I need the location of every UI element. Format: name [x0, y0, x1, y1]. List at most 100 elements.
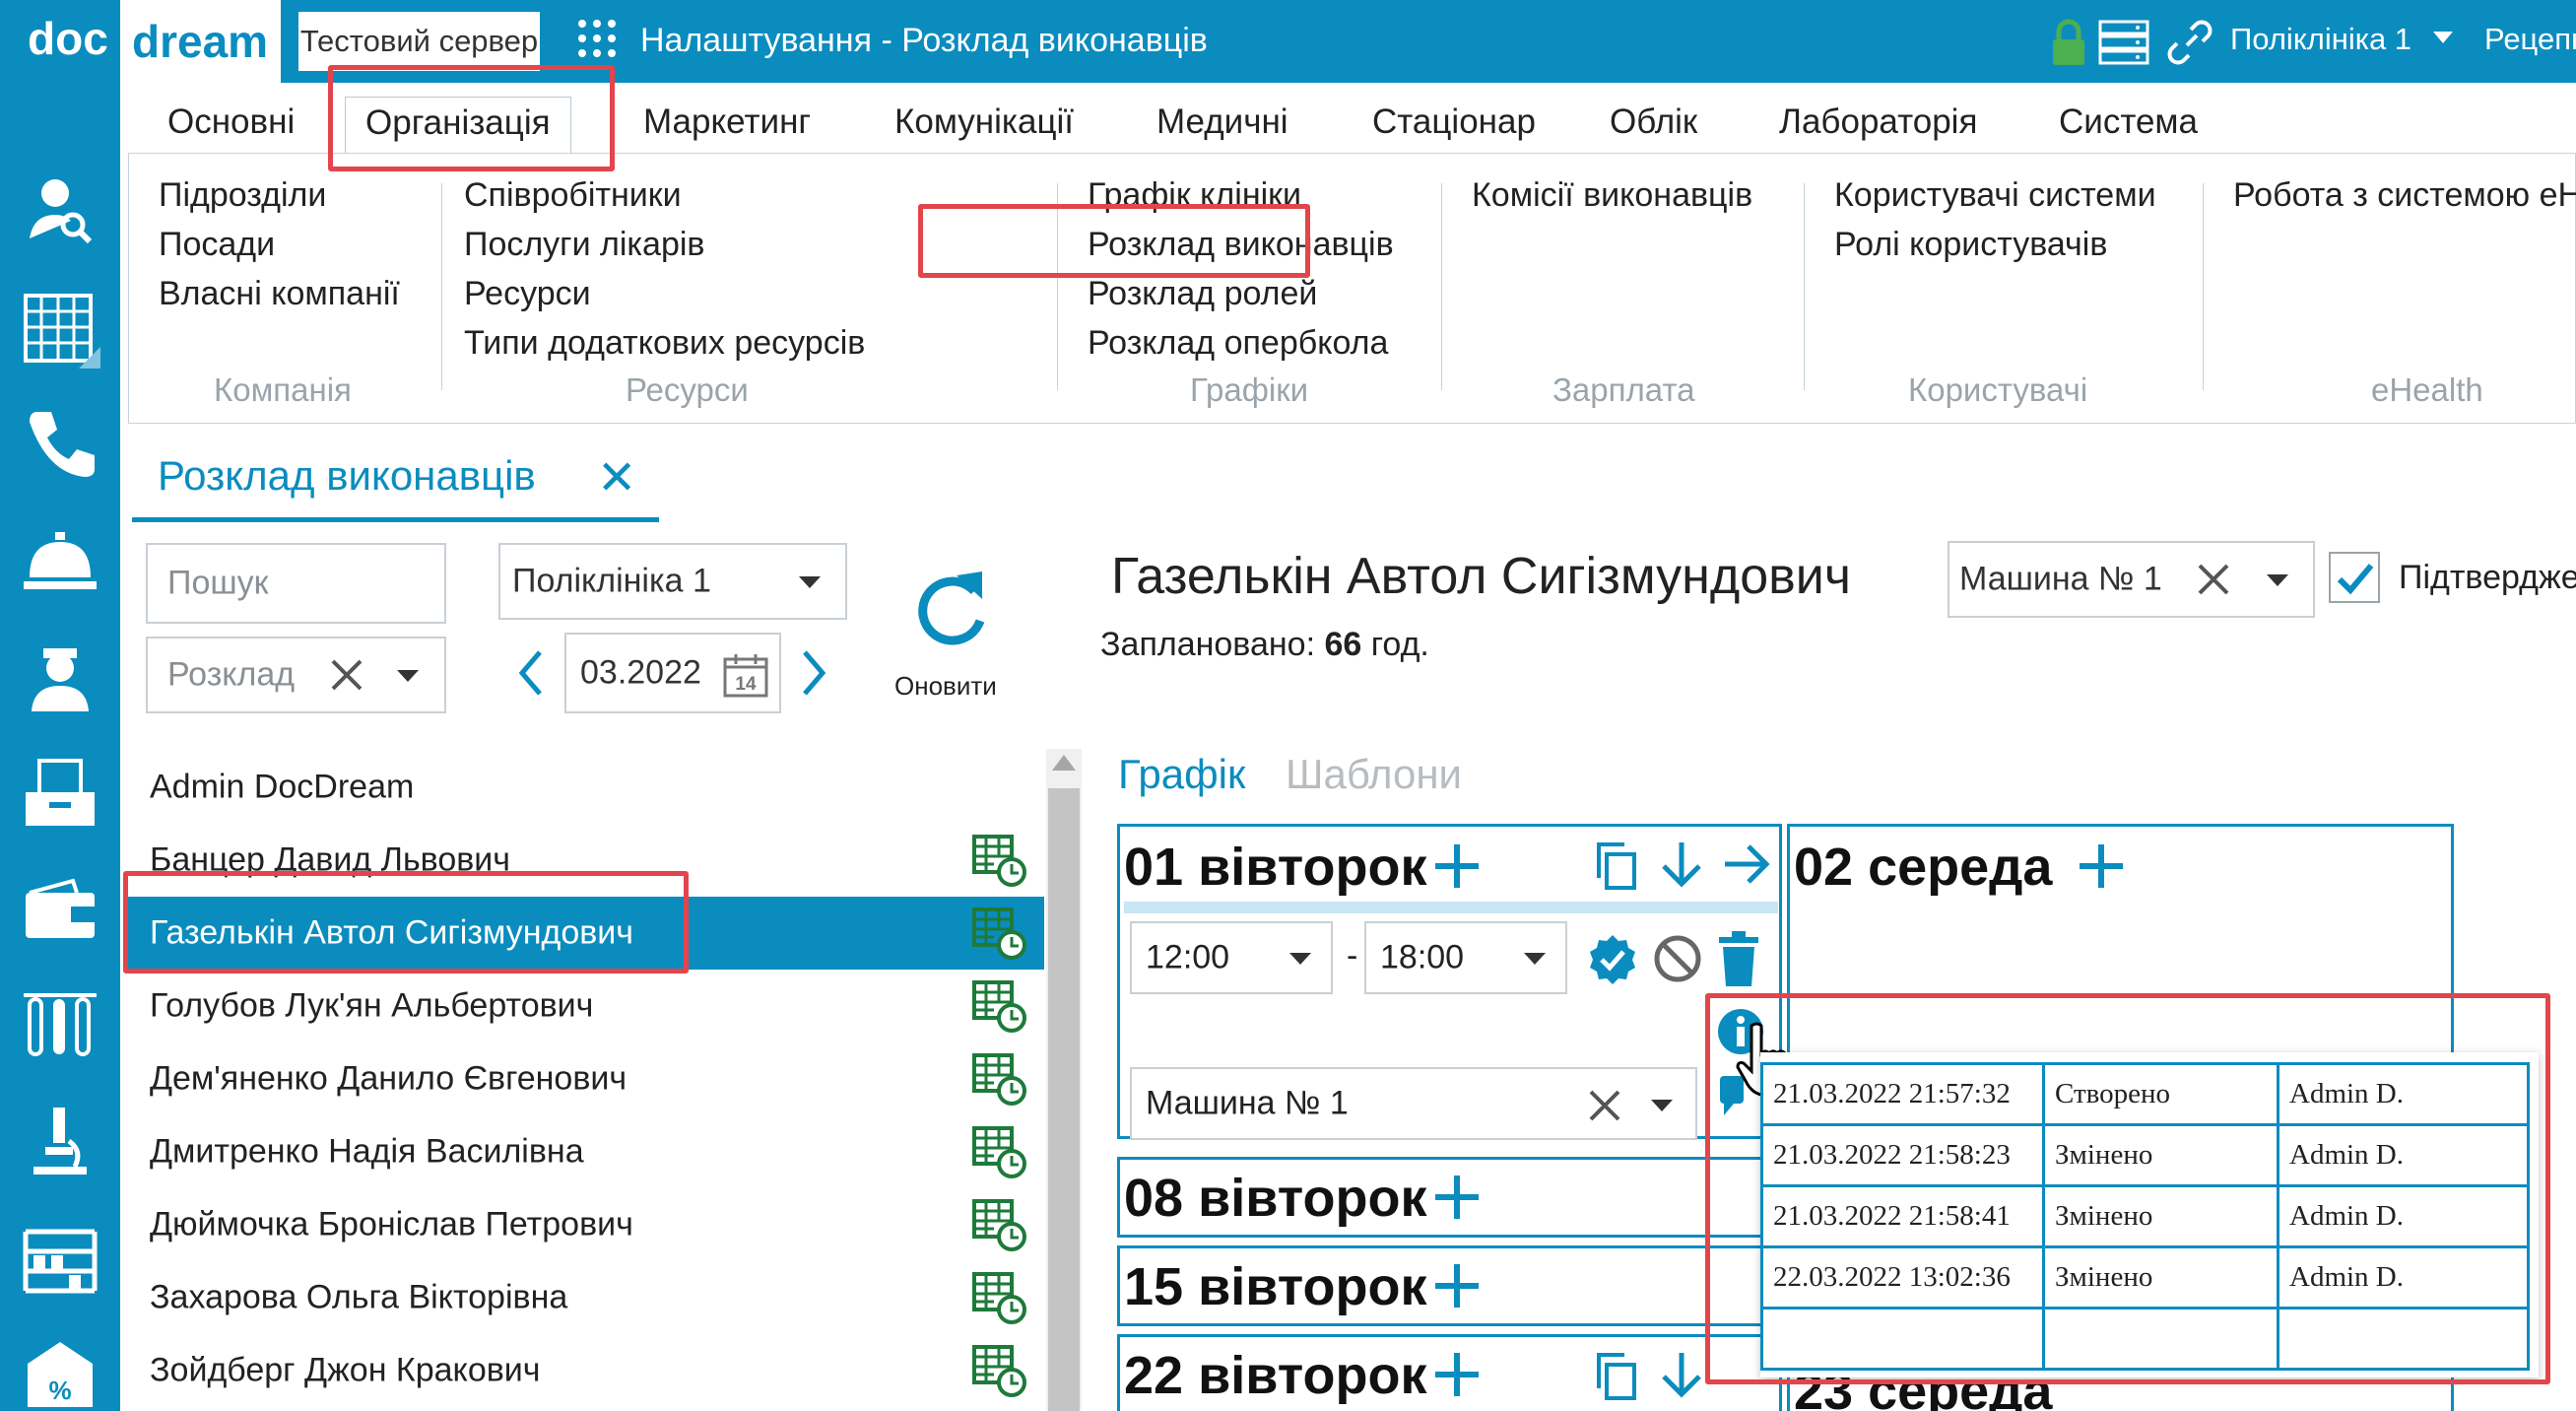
- month-field[interactable]: 03.2022 14: [564, 633, 781, 713]
- list-item[interactable]: Admin DocDream: [128, 751, 1044, 824]
- test-tubes-icon[interactable]: [20, 985, 100, 1066]
- tab-accounting[interactable]: Облік: [1610, 102, 1697, 142]
- copy-icon[interactable]: [1593, 1351, 1640, 1402]
- refresh-icon[interactable]: [892, 562, 1010, 660]
- arrow-down-icon[interactable]: [1658, 839, 1705, 890]
- list-item-selected[interactable]: Газелькін Автол Сигізмундович: [128, 897, 1044, 970]
- microscope-icon[interactable]: [20, 1102, 100, 1182]
- search-input[interactable]: Пошук: [146, 543, 446, 624]
- ribbon-link-ehealth[interactable]: Робота з системою eHealth: [2233, 176, 2576, 215]
- tab-templates[interactable]: Шаблони: [1286, 751, 1462, 798]
- document-box-icon[interactable]: [20, 753, 100, 834]
- tab-system[interactable]: Система: [2059, 102, 2198, 142]
- calendar-grid-icon[interactable]: [20, 288, 100, 369]
- discount-icon[interactable]: %: [20, 1334, 100, 1411]
- trash-icon[interactable]: [1715, 929, 1762, 988]
- close-icon[interactable]: ✕: [597, 450, 636, 505]
- next-month-icon[interactable]: [799, 648, 828, 698]
- add-icon[interactable]: [1431, 1172, 1483, 1223]
- schedule-icon[interactable]: [972, 906, 1027, 961]
- schedule-icon[interactable]: [972, 833, 1027, 888]
- list-item[interactable]: Банцер Давид Львович: [128, 824, 1044, 897]
- clear-icon[interactable]: [2196, 562, 2231, 597]
- ribbon-link-departments[interactable]: Підрозділи: [159, 176, 326, 215]
- cancel-icon[interactable]: [1652, 933, 1703, 984]
- add-icon[interactable]: [1431, 840, 1483, 892]
- schedule-filter[interactable]: Розклад: [146, 637, 446, 713]
- link-icon[interactable]: [2167, 20, 2213, 65]
- patient-search-icon[interactable]: [20, 169, 100, 250]
- schedule-icon[interactable]: [972, 1270, 1027, 1325]
- ribbon-link-employees[interactable]: Співробітники: [464, 176, 682, 215]
- ribbon-link-user-roles[interactable]: Ролі користувачів: [1834, 226, 2107, 264]
- arrow-down-icon[interactable]: [1658, 1349, 1705, 1400]
- chevron-down-icon[interactable]: [1289, 953, 1311, 965]
- tab-laboratory[interactable]: Лабораторія: [1779, 102, 1977, 142]
- ribbon-link-doctor-services[interactable]: Послуги лікарів: [464, 226, 704, 264]
- wallet-icon[interactable]: [20, 869, 100, 950]
- verified-icon[interactable]: [1587, 933, 1638, 984]
- start-time-select[interactable]: 12:00: [1130, 921, 1333, 994]
- list-item[interactable]: Захарова Ольга Вікторівна: [128, 1261, 1044, 1334]
- end-time-select[interactable]: 18:00: [1364, 921, 1567, 994]
- ribbon-link-performer-schedule[interactable]: Розклад виконавців: [1088, 226, 1394, 264]
- tab-medical[interactable]: Медичні: [1156, 102, 1288, 142]
- chevron-down-icon[interactable]: [799, 576, 821, 588]
- list-item[interactable]: Зойдберг Джон Кракович: [128, 1334, 1044, 1407]
- warehouse-icon[interactable]: [20, 1218, 100, 1299]
- chevron-down-icon[interactable]: [1524, 953, 1546, 965]
- add-icon[interactable]: [2076, 840, 2127, 892]
- tab-communications[interactable]: Комунікації: [894, 102, 1074, 142]
- ribbon-link-own-companies[interactable]: Власні компанії: [159, 275, 400, 313]
- add-icon[interactable]: [1431, 1260, 1483, 1311]
- ribbon-link-role-schedule[interactable]: Розклад ролей: [1088, 275, 1317, 313]
- scroll-thumb[interactable]: [1048, 788, 1080, 1411]
- phone-icon[interactable]: [20, 404, 100, 485]
- prev-month-icon[interactable]: [516, 648, 546, 698]
- copy-icon[interactable]: [1593, 840, 1640, 892]
- tab-organization[interactable]: Організація: [345, 97, 571, 155]
- schedule-icon[interactable]: [972, 1197, 1027, 1252]
- chevron-down-icon[interactable]: [1651, 1100, 1673, 1111]
- doctor-icon[interactable]: [20, 637, 100, 717]
- org-selector[interactable]: Поліклініка 1: [2230, 22, 2411, 57]
- schedule-icon[interactable]: [972, 978, 1027, 1034]
- list-item[interactable]: Голубов Лук'ян Альбертович: [128, 970, 1044, 1042]
- chevron-down-icon[interactable]: [2433, 32, 2453, 43]
- lock-icon[interactable]: [2049, 18, 2088, 67]
- ribbon-link-system-users[interactable]: Користувачі системи: [1834, 176, 2156, 215]
- tab-schedule[interactable]: Графік: [1118, 751, 1245, 798]
- list-scrollbar[interactable]: [1046, 749, 1082, 1411]
- scroll-up-icon[interactable]: [1052, 755, 1076, 771]
- chevron-down-icon[interactable]: [2267, 574, 2288, 586]
- ribbon-link-clinic-schedule[interactable]: Графік клініки: [1088, 176, 1301, 215]
- reception-bell-icon[interactable]: [20, 520, 100, 601]
- refresh-button[interactable]: Оновити: [894, 671, 997, 702]
- list-item[interactable]: Дюймочка Броніслав Петрович: [128, 1188, 1044, 1261]
- schedule-icon[interactable]: [972, 1051, 1027, 1107]
- ribbon-link-resources[interactable]: Ресурси: [464, 275, 591, 313]
- ribbon-link-resource-types[interactable]: Типи додаткових ресурсів: [464, 324, 865, 363]
- clinic-select[interactable]: Поліклініка 1: [498, 543, 847, 620]
- clear-icon[interactable]: [1587, 1088, 1622, 1123]
- schedule-icon[interactable]: [972, 1343, 1027, 1398]
- confirmed-checkbox[interactable]: [2329, 552, 2380, 603]
- ribbon-link-positions[interactable]: Посади: [159, 226, 275, 264]
- list-item[interactable]: Дмитренко Надія Василівна: [128, 1115, 1044, 1188]
- arrow-right-icon[interactable]: [1721, 839, 1772, 890]
- server-icon[interactable]: [2098, 20, 2149, 65]
- add-icon[interactable]: [1431, 1349, 1483, 1400]
- calendar-icon[interactable]: 14: [722, 651, 769, 699]
- list-item[interactable]: Дем'яненко Данило Євгенович: [128, 1042, 1044, 1115]
- page-tab[interactable]: Розклад виконавців ✕: [132, 448, 659, 522]
- schedule-icon[interactable]: [972, 1124, 1027, 1179]
- tab-inpatient[interactable]: Стаціонар: [1372, 102, 1536, 142]
- ribbon-link-commissions[interactable]: Комісії виконавців: [1472, 176, 1752, 215]
- resource-select[interactable]: Машина № 1: [1948, 541, 2315, 618]
- apps-grid-icon[interactable]: [578, 20, 618, 59]
- current-user[interactable]: Рецепц: [2484, 22, 2576, 57]
- chevron-down-icon[interactable]: [397, 670, 419, 682]
- day-resource-select[interactable]: Машина № 1: [1130, 1067, 1697, 1140]
- tab-osnovni[interactable]: Основні: [167, 102, 295, 142]
- ribbon-link-operblock-schedule[interactable]: Розклад опербкола: [1088, 324, 1388, 363]
